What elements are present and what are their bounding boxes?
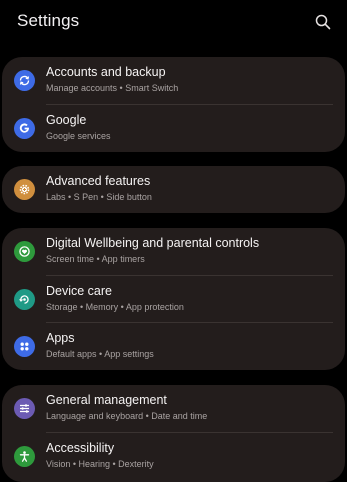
settings-group-general: General management Language and keyboard… [2, 385, 345, 482]
settings-item-subtitle: Screen time • App timers [46, 254, 145, 264]
settings-item-title: Apps [46, 331, 75, 345]
settings-item-title: Advanced features [46, 174, 151, 188]
search-icon[interactable] [315, 14, 331, 30]
settings-item-digital-wellbeing[interactable]: Digital Wellbeing and parental controls … [2, 228, 345, 276]
settings-item-subtitle: Language and keyboard • Date and time [46, 411, 208, 421]
settings-item-subtitle: Google services [46, 130, 111, 141]
gear-plus-icon [14, 179, 35, 200]
accessibility-icon [14, 445, 35, 467]
wellbeing-heart-icon [14, 241, 35, 262]
sliders-icon [14, 398, 35, 419]
settings-item-subtitle: Storage • Memory • App protection [46, 301, 184, 312]
google-icon [14, 117, 35, 139]
device-care-icon [14, 288, 35, 310]
settings-item-accessibility[interactable]: Accessibility Vision • Hearing • Dexteri… [2, 433, 345, 481]
settings-item-accounts-and-backup[interactable]: Accounts and backup Manage accounts • Sm… [2, 57, 345, 105]
settings-item-device-care[interactable]: Device care Storage • Memory • App prote… [2, 276, 345, 324]
settings-item-subtitle: Vision • Hearing • Dexterity [46, 458, 154, 469]
settings-item-subtitle: Labs • S Pen • Side button [46, 192, 152, 202]
settings-item-title: Google [46, 112, 87, 127]
settings-item-general-management[interactable]: General management Language and keyboard… [2, 385, 345, 433]
settings-item-subtitle: Manage accounts • Smart Switch [46, 83, 179, 93]
top-app-bar: Settings [0, 0, 347, 44]
settings-item-google[interactable]: Google Google services [2, 105, 345, 153]
page-title: Settings [17, 11, 80, 30]
settings-group-advanced: Advanced features Labs • S Pen • Side bu… [2, 166, 345, 213]
settings-item-title: Device care [46, 283, 112, 298]
sync-icon [14, 70, 35, 91]
settings-group-accounts: Accounts and backup Manage accounts • Sm… [2, 57, 345, 152]
apps-grid-icon [14, 336, 35, 357]
settings-item-title: Accessibility [46, 440, 115, 455]
settings-item-title: Digital Wellbeing and parental controls [46, 236, 260, 250]
settings-group-wellbeing: Digital Wellbeing and parental controls … [2, 228, 345, 370]
search-button[interactable] [312, 11, 334, 33]
settings-item-title: General management [46, 393, 167, 407]
settings-item-advanced-features[interactable]: Advanced features Labs • S Pen • Side bu… [2, 166, 345, 213]
settings-item-title: Accounts and backup [46, 65, 166, 79]
settings-item-subtitle: Default apps • App settings [46, 349, 154, 359]
settings-item-apps[interactable]: Apps Default apps • App settings [2, 323, 345, 370]
